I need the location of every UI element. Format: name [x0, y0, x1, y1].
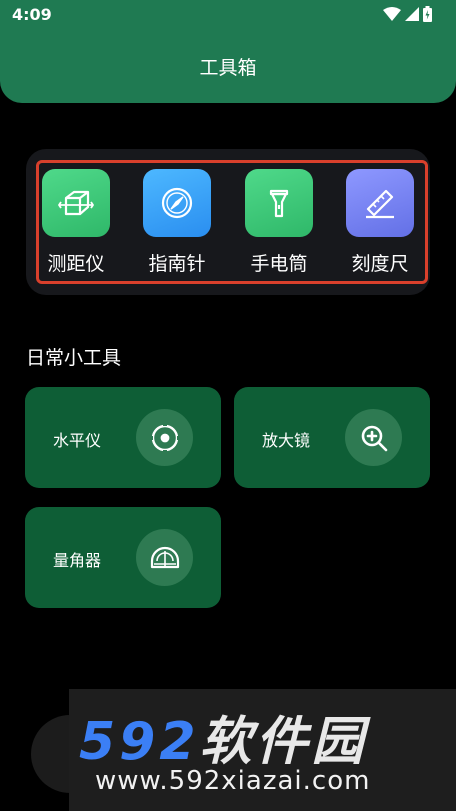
- wifi-icon: [383, 7, 401, 21]
- tool-flashlight[interactable]: 手电筒: [244, 169, 314, 276]
- watermark-logo: 592软件园 www.592xiazai.com: [69, 689, 456, 811]
- daily-item-label: 放大镜: [262, 431, 311, 450]
- watermark-brand-text: 软件园: [199, 712, 368, 772]
- cube-measure-icon: [42, 169, 110, 237]
- tool-label: 测距仪: [47, 253, 105, 275]
- ruler-icon: [346, 169, 414, 237]
- watermark-brand-number: 592: [79, 712, 200, 772]
- page-title: 工具箱: [199, 57, 257, 79]
- battery-icon: [423, 6, 432, 22]
- level-icon: [136, 409, 193, 466]
- daily-item-protractor[interactable]: 量角器: [25, 507, 221, 608]
- status-icons: [383, 6, 432, 22]
- status-time: 4:09: [12, 5, 52, 24]
- tool-label: 指南针: [148, 253, 206, 275]
- compass-icon: [143, 169, 211, 237]
- tool-ruler[interactable]: 刻度尺: [345, 169, 415, 276]
- tool-rangefinder[interactable]: 测距仪: [41, 169, 111, 276]
- daily-item-label: 水平仪: [53, 431, 102, 450]
- daily-item-magnifier[interactable]: 放大镜: [234, 387, 430, 488]
- protractor-icon: [136, 529, 193, 586]
- magnifier-icon: [345, 409, 402, 466]
- tool-label: 手电筒: [250, 253, 308, 275]
- signal-icon: [405, 7, 419, 21]
- tool-label: 刻度尺: [351, 253, 409, 275]
- daily-item-level[interactable]: 水平仪: [25, 387, 221, 488]
- section-title: 日常小工具: [26, 347, 122, 369]
- watermark-brand: 592软件园: [79, 699, 368, 774]
- tool-compass[interactable]: 指南针: [142, 169, 212, 276]
- watermark-url: www.592xiazai.com: [95, 766, 371, 796]
- app-header: 4:09 工具箱: [0, 0, 456, 103]
- daily-item-label: 量角器: [53, 551, 102, 570]
- flashlight-icon: [245, 169, 313, 237]
